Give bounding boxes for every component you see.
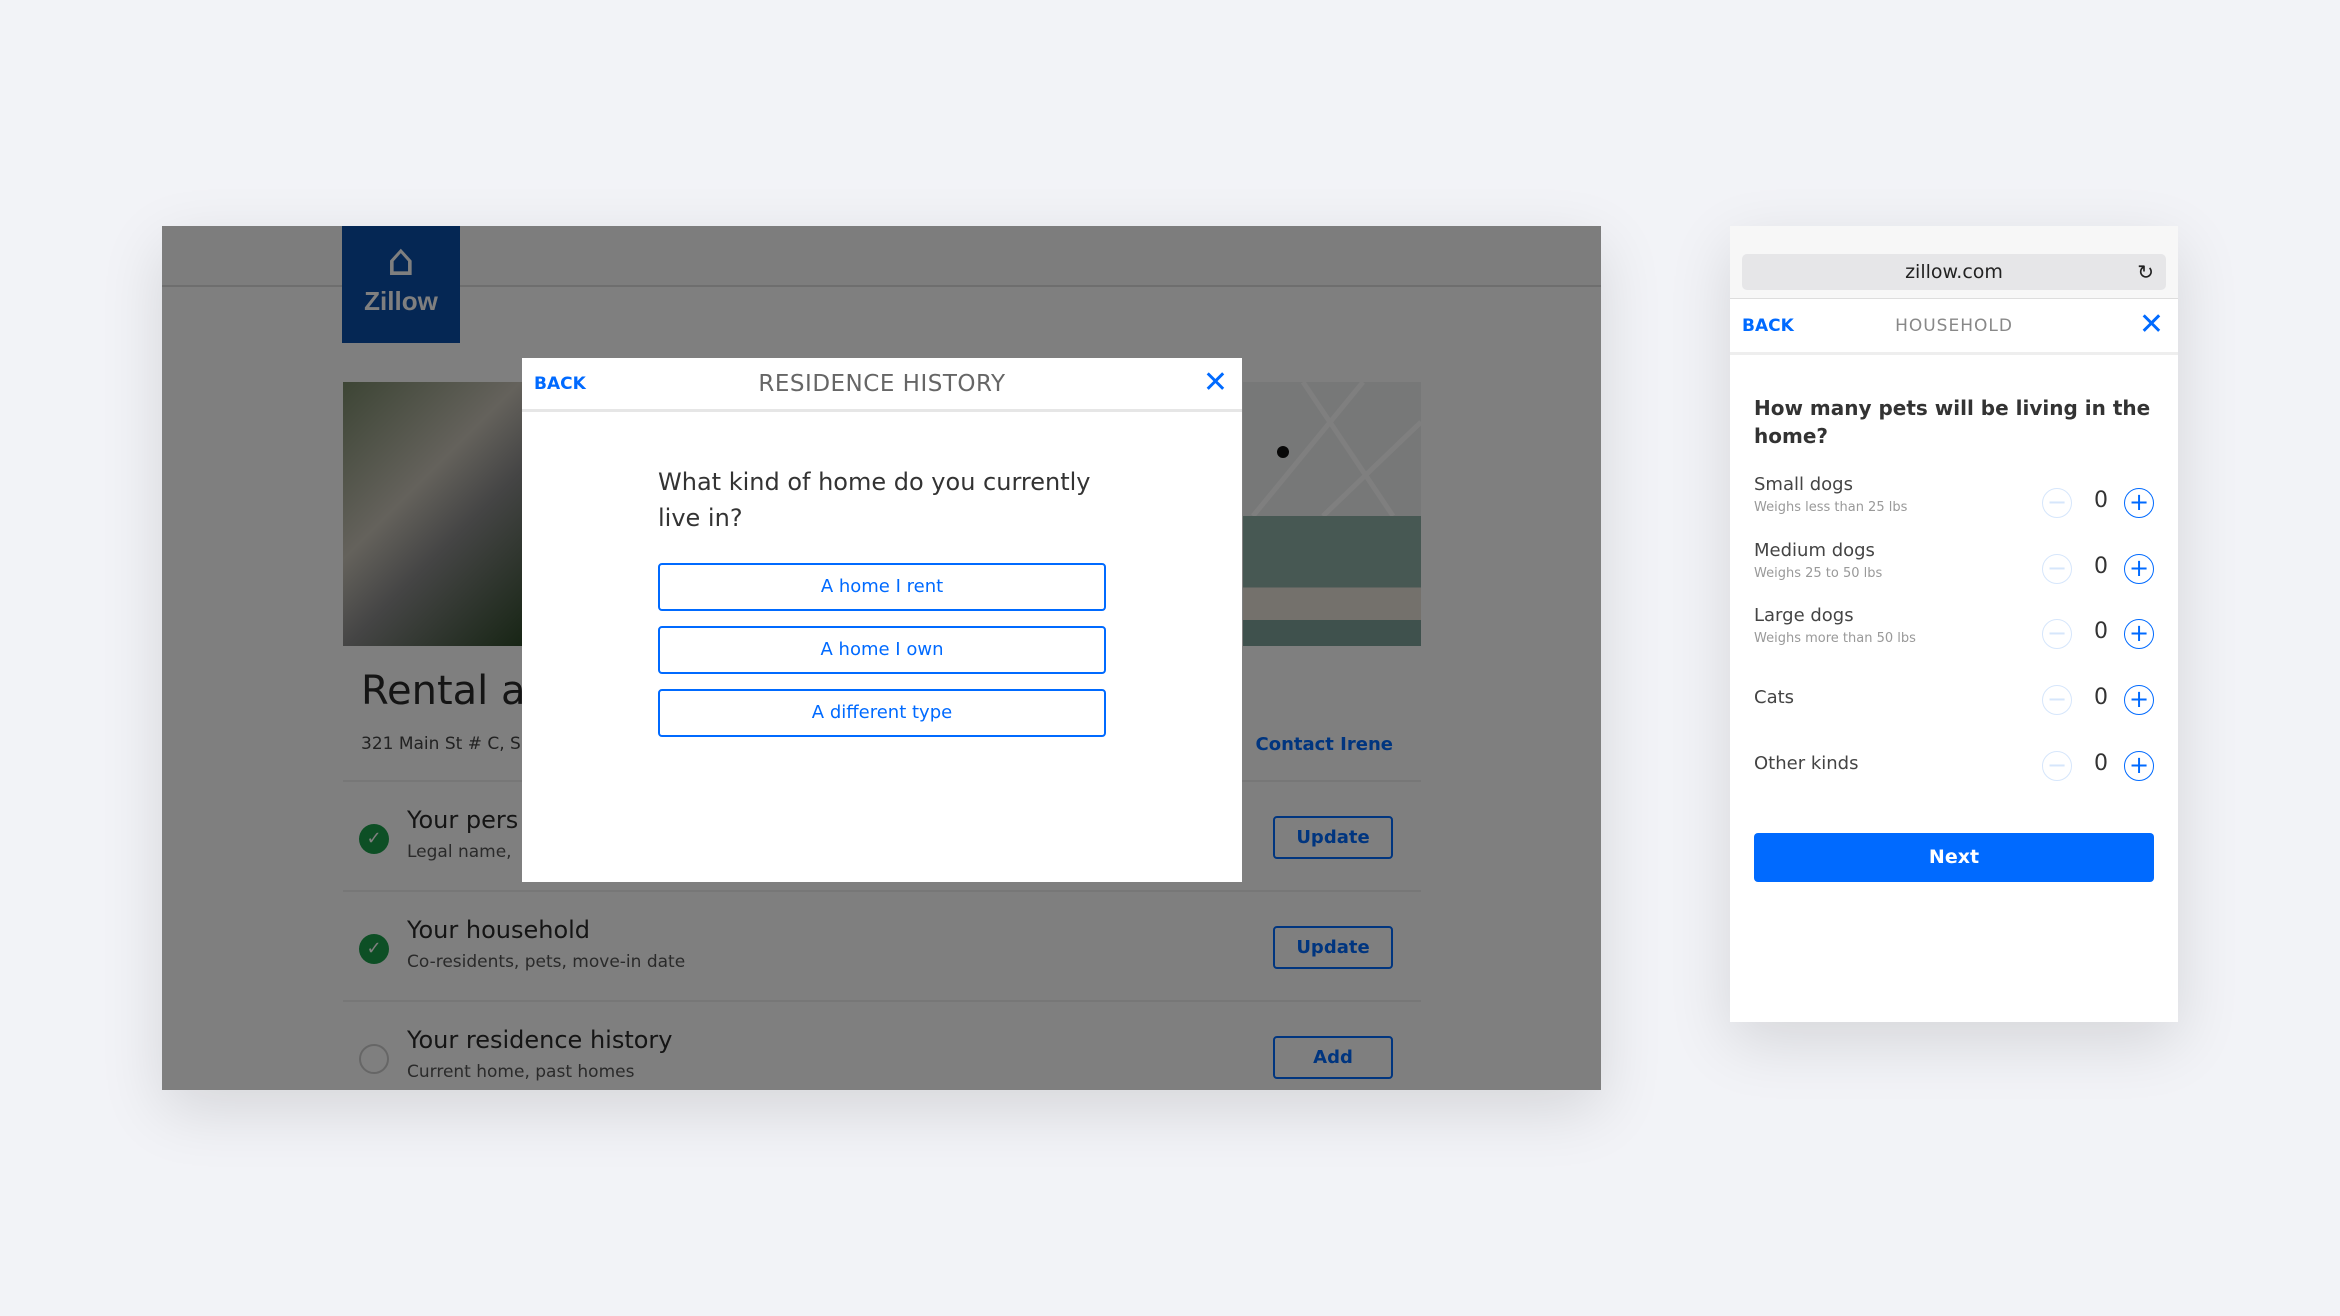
question: How many pets will be living in the home… [1754,396,2151,448]
question: What kind of home do you currently live … [658,468,1091,532]
desktop-screen: ⌂Zillow Rental a 321 Main St # C, S Cont… [162,226,1601,1090]
pet-sub: Weighs more than 50 lbs [1754,631,1916,646]
plus-icon[interactable]: + [2124,619,2154,649]
next-button[interactable]: Next [1754,833,2154,882]
plus-icon[interactable]: + [2124,554,2154,584]
pet-label: Cats [1754,687,1795,708]
residence-history-modal: BACK RESIDENCE HISTORY ✕ What kind of ho… [522,358,1242,882]
minus-icon[interactable]: − [2042,751,2072,781]
close-icon[interactable]: ✕ [1203,366,1228,400]
pet-row-small-dogs: Small dogs Weighs less than 25 lbs −0 + [1754,474,2154,530]
option-own-button[interactable]: A home I own [658,626,1106,674]
modal-title: RESIDENCE HISTORY [758,371,1006,397]
pet-row-medium-dogs: Medium dogs Weighs 25 to 50 lbs −0 + [1754,540,2154,596]
modal-header: BACK RESIDENCE HISTORY ✕ [522,358,1242,412]
plus-icon[interactable]: + [2124,751,2154,781]
pet-count: 0 [2094,554,2108,579]
pet-count: 0 [2094,751,2108,776]
plus-icon[interactable]: + [2124,488,2154,518]
close-icon[interactable]: ✕ [2139,307,2164,342]
mobile-screen: zillow.com ↻ BACK HOUSEHOLD ✕ How many pe… [1730,226,2178,1022]
pet-label: Large dogs [1754,605,1854,626]
url-text: zillow.com [1905,261,2003,283]
browser-bar: zillow.com ↻ [1730,226,2178,299]
option-rent-button[interactable]: A home I rent [658,563,1106,611]
pet-row-other: Other kinds −0 + [1754,737,2154,793]
minus-icon[interactable]: − [2042,488,2072,518]
pet-row-cats: Cats −0 + [1754,671,2154,727]
plus-icon[interactable]: + [2124,685,2154,715]
pet-label: Small dogs [1754,474,1853,495]
minus-icon[interactable]: − [2042,685,2072,715]
url-bar[interactable]: zillow.com ↻ [1742,254,2166,290]
pet-count: 0 [2094,488,2108,513]
option-different-button[interactable]: A different type [658,689,1106,737]
header-title: HOUSEHOLD [1895,316,2013,336]
pet-sub: Weighs 25 to 50 lbs [1754,566,1883,581]
pet-count: 0 [2094,619,2108,644]
minus-icon[interactable]: − [2042,619,2072,649]
pet-label: Other kinds [1754,753,1859,774]
pet-row-large-dogs: Large dogs Weighs more than 50 lbs −0 + [1754,605,2154,661]
reload-icon[interactable]: ↻ [2137,254,2154,290]
pet-label: Medium dogs [1754,540,1875,561]
pet-count: 0 [2094,685,2108,710]
pet-sub: Weighs less than 25 lbs [1754,500,1908,515]
mobile-header: BACK HOUSEHOLD ✕ [1730,299,2178,355]
minus-icon[interactable]: − [2042,554,2072,584]
